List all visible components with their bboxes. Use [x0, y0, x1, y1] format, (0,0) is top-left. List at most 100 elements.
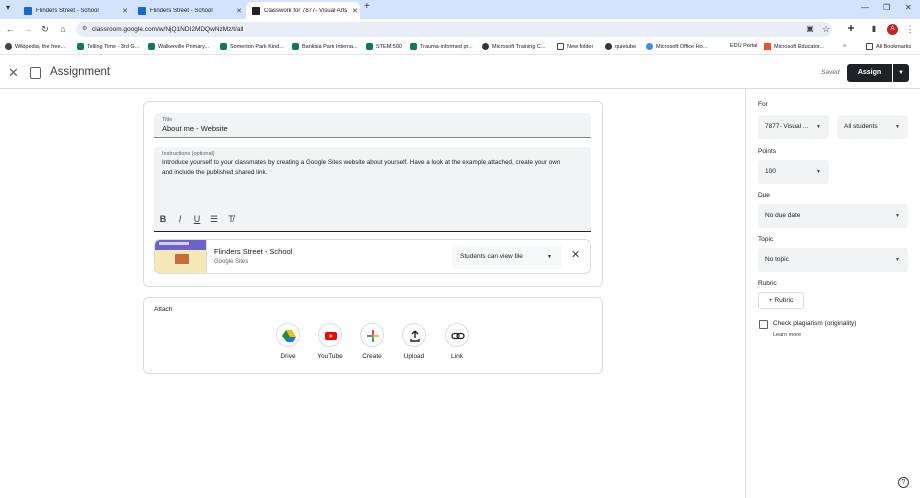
chevron-down-icon: ▼ [816, 169, 821, 175]
for-label: For [758, 101, 768, 108]
minimize-icon[interactable]: — [861, 3, 869, 12]
profile-avatar[interactable]: A [887, 24, 898, 35]
attach-label: Create [362, 353, 382, 360]
bookmark-label: STEM:500 [376, 43, 402, 50]
side-panel-icon[interactable]: ▮ [868, 24, 880, 33]
topic-label: Topic [758, 236, 774, 243]
microsoft-icon [764, 43, 771, 50]
all-bookmarks[interactable]: All Bookmarks [866, 43, 911, 50]
bookmark-item[interactable]: quietube [605, 43, 636, 50]
site-info-icon[interactable]: ⚙ [82, 22, 87, 37]
plus-icon [360, 323, 384, 347]
students-select[interactable]: All students ▼ [837, 115, 908, 139]
attach-drive-button[interactable]: Drive [268, 323, 308, 360]
plagiarism-checkbox[interactable] [759, 320, 768, 329]
bulleted-list-icon[interactable]: ☰ [208, 214, 220, 225]
chrome-menu-icon[interactable]: ⋮ [904, 24, 916, 35]
remove-attachment-icon[interactable]: ✕ [571, 248, 580, 261]
bookmark-label: Telling Time - 3rd G... [87, 43, 140, 50]
bookmark-item[interactable]: Microsoft Training C... [482, 43, 546, 50]
underline-button[interactable]: U [191, 214, 203, 224]
topic-select[interactable]: No topic ▼ [758, 248, 908, 272]
url-input[interactable]: ⚙ classroom.google.com/w/NjQ1NDI2MDQwNzM… [76, 22, 832, 37]
bookmark-item[interactable]: Wikipedia, the free... [5, 43, 65, 50]
site-icon [292, 43, 299, 50]
learn-more-link[interactable]: Learn more [773, 332, 801, 338]
bookmark-item[interactable]: Somerton Park Kind... [220, 43, 284, 50]
close-tab-icon[interactable]: ✕ [350, 7, 360, 15]
attachment-title: Flinders Street - School [214, 247, 293, 256]
home-icon[interactable]: ⌂ [57, 24, 69, 34]
attach-youtube-button[interactable]: YouTube [310, 323, 350, 360]
rubric-button-label: Rubric [774, 297, 794, 304]
reload-icon[interactable]: ↻ [39, 24, 51, 35]
more-bookmarks-icon[interactable]: » [843, 43, 846, 49]
chevron-down-icon: ▼ [895, 124, 900, 130]
site-icon [77, 43, 84, 50]
bookmark-label: All Bookmarks [876, 43, 912, 50]
thumb-image [175, 254, 189, 264]
rubric-label: Rubric [758, 280, 777, 287]
link-icon [445, 323, 469, 347]
site-icon [482, 43, 489, 50]
tab-title: Flinders Street - School [150, 7, 213, 14]
bookmark-item[interactable]: New folder [557, 43, 593, 50]
bookmarks-bar: Wikipedia, the free... Telling Time - 3r… [0, 41, 920, 55]
due-select[interactable]: No due date ▼ [758, 204, 908, 228]
attach-upload-button[interactable]: Upload [394, 323, 434, 360]
attach-create-button[interactable]: Create [352, 323, 392, 360]
extensions-icon[interactable]: ✚ [845, 24, 857, 33]
close-icon[interactable]: ✕ [8, 65, 19, 81]
bookmark-item[interactable]: Walkerville Primary... [148, 43, 209, 50]
install-app-icon[interactable]: ▣ [804, 24, 816, 33]
tab-search-icon[interactable]: ▾ [6, 3, 10, 12]
title-input-value: About me - Website [162, 124, 228, 133]
italic-button[interactable]: I [174, 214, 186, 224]
attach-label: Drive [280, 353, 296, 360]
browser-tab-3[interactable]: Classwork for 7877- Visual Arts ✕ [246, 2, 360, 19]
attach-label: Link [451, 353, 463, 360]
permission-value: Students can view file [460, 253, 523, 260]
bookmark-label: Somerton Park Kind... [230, 43, 284, 50]
attach-link-button[interactable]: Link [437, 323, 477, 360]
bookmark-item[interactable]: Banksia Park Interna... [292, 43, 358, 50]
attached-file[interactable]: Flinders Street - School Google Sites St… [154, 239, 591, 274]
bookmark-item[interactable]: Telling Time - 3rd G... [77, 43, 139, 50]
forward-icon[interactable]: → [22, 24, 34, 34]
bookmark-label: EDU Portal [730, 43, 758, 49]
bookmark-star-icon[interactable]: ☆ [820, 24, 832, 35]
class-select[interactable]: 7877- Visual ... ▼ [758, 115, 829, 139]
assign-options-icon[interactable]: ▼ [893, 64, 909, 82]
bookmark-item[interactable]: Microsoft Educator... [764, 43, 824, 50]
upload-icon [402, 323, 426, 347]
address-bar: ← → ↻ ⌂ ⚙ classroom.google.com/w/NjQ1NDI… [0, 19, 920, 41]
browser-tab-2[interactable]: Flinders Street - School ✕ [132, 2, 244, 19]
bold-button[interactable]: B [157, 214, 169, 224]
browser-tab-1[interactable]: Flinders Street - School ✕ [18, 2, 130, 19]
new-tab-button[interactable]: + [364, 1, 370, 12]
classroom-favicon-icon [138, 6, 146, 15]
back-icon[interactable]: ← [4, 24, 16, 34]
permission-select[interactable]: Students can view file ▼ [452, 245, 562, 269]
tab-title: Classwork for 7877- Visual Arts [264, 7, 348, 14]
bookmark-item[interactable]: Trauma-informed pr... [410, 43, 473, 50]
restore-icon[interactable]: ❐ [883, 3, 890, 12]
close-window-icon[interactable]: ✕ [905, 3, 912, 12]
bookmark-item[interactable]: Microsoft Office Ho... [646, 43, 707, 50]
bookmark-item[interactable]: STEM:500 [366, 43, 402, 50]
title-field[interactable]: Title About me - Website [154, 113, 591, 138]
title-label: Title [162, 117, 173, 123]
site-icon [605, 43, 612, 50]
points-select[interactable]: 100 ▼ [758, 160, 829, 184]
clear-formatting-icon[interactable]: T̸ [225, 214, 237, 224]
due-value: No due date [765, 212, 801, 219]
classroom-favicon-icon [24, 6, 32, 15]
drive-icon [276, 323, 300, 347]
close-tab-icon[interactable]: ✕ [234, 7, 244, 15]
help-icon[interactable]: ? [898, 477, 909, 488]
attach-label: YouTube [317, 353, 343, 360]
bookmark-item[interactable]: EDU Portal [730, 43, 758, 49]
assign-button[interactable]: Assign [847, 64, 892, 82]
add-rubric-button[interactable]: + Rubric [758, 292, 804, 309]
close-tab-icon[interactable]: ✕ [120, 7, 130, 15]
